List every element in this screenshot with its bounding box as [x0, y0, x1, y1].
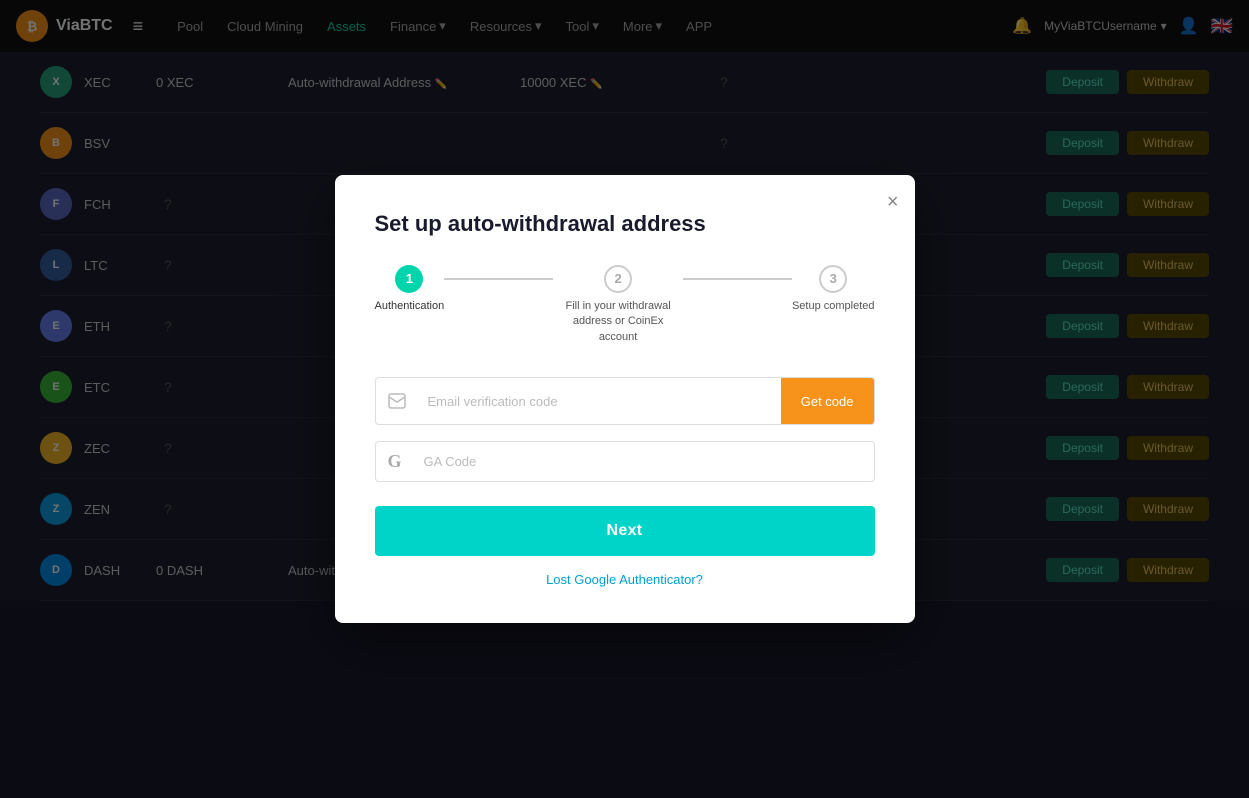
step-2: 2 Fill in your withdrawal address or Coi… — [553, 265, 683, 345]
step-3-label: Setup completed — [792, 299, 875, 314]
email-input-wrapper: Get code — [375, 377, 875, 425]
email-verification-group: Get code — [375, 377, 875, 425]
modal: × Set up auto-withdrawal address 1 Authe… — [335, 175, 915, 623]
ga-input-wrapper: G — [375, 441, 875, 482]
ga-icon: G — [376, 451, 414, 472]
step-2-circle: 2 — [604, 265, 632, 293]
modal-title: Set up auto-withdrawal address — [375, 211, 875, 237]
step-3-circle: 3 — [819, 265, 847, 293]
ga-code-group: G — [375, 441, 875, 482]
step-1-label: Authentication — [375, 299, 445, 314]
step-connector-2-3 — [683, 278, 792, 280]
modal-close-button[interactable]: × — [887, 191, 899, 214]
ga-code-input[interactable] — [414, 442, 874, 481]
get-code-button[interactable]: Get code — [781, 378, 874, 424]
step-3: 3 Setup completed — [792, 265, 875, 314]
step-1: 1 Authentication — [375, 265, 445, 314]
step-2-label: Fill in your withdrawal address or CoinE… — [553, 299, 683, 345]
steps-indicator: 1 Authentication 2 Fill in your withdraw… — [375, 265, 875, 345]
step-connector-1-2 — [444, 278, 553, 280]
lost-ga-link[interactable]: Lost Google Authenticator? — [375, 572, 875, 587]
email-icon — [376, 393, 418, 409]
next-button[interactable]: Next — [375, 506, 875, 556]
modal-overlay[interactable]: × Set up auto-withdrawal address 1 Authe… — [0, 0, 1249, 798]
step-1-circle: 1 — [395, 265, 423, 293]
email-verification-input[interactable] — [418, 382, 781, 421]
